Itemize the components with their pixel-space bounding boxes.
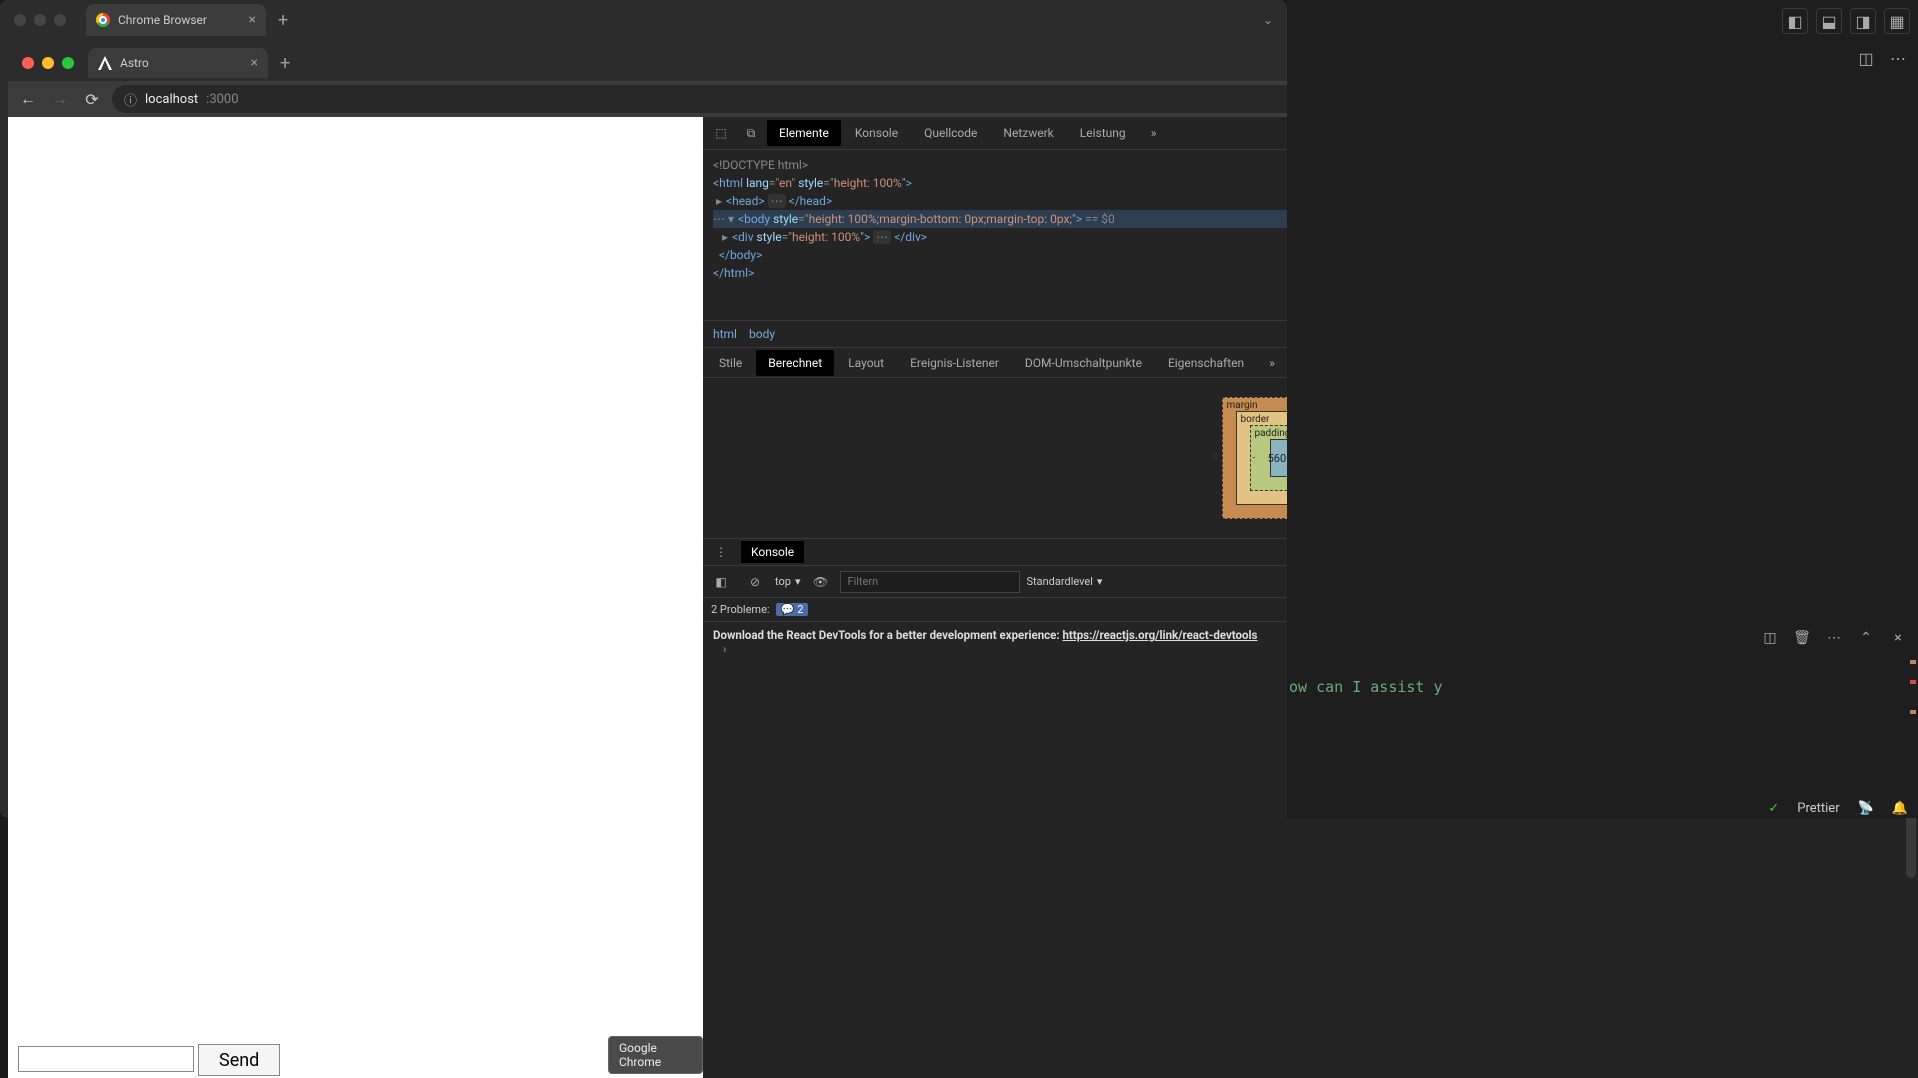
minimap[interactable] [1908,640,1916,740]
tab-sources[interactable]: Quellcode [912,120,989,146]
more-styles-tabs-icon[interactable]: » [1258,349,1286,377]
vscode-layout-controls: ◧ ⬓ ◨ ▦ [1782,8,1910,34]
tab-performance[interactable]: Leistung [1068,120,1138,146]
url-port: :3000 [206,92,238,107]
vscode-terminal-controls: ◫ 🗑 ⋯ ⌃ × [1758,626,1910,650]
terminal-more-icon[interactable]: ⋯ [1822,626,1846,650]
more-tabs-icon[interactable]: » [1140,119,1168,147]
tab-properties[interactable]: Eigenschaften [1156,350,1256,376]
vscode-status-bar: ✓ Prettier 📡 🔔 [1768,801,1908,816]
prettier-check-icon[interactable]: ✓ [1768,801,1779,816]
chat-input[interactable] [18,1046,194,1072]
clear-console-icon[interactable]: ⊘ [741,568,769,596]
site-info-icon[interactable]: ⓘ [124,90,137,109]
tab-listeners[interactable]: Ereignis-Listener [898,350,1011,376]
outer-tab-title: Chrome Browser [118,13,241,27]
live-expression-icon[interactable]: 👁 [806,568,834,596]
traffic-lights-dim [0,14,80,26]
tab-layout[interactable]: Layout [836,350,896,376]
layout-sidebar-right-icon[interactable]: ◨ [1850,8,1876,34]
tab-console[interactable]: Konsole [843,120,910,146]
dock-tooltip: Google Chrome [608,1036,703,1074]
tab-styles[interactable]: Stile [707,350,754,376]
traffic-lights [8,57,88,69]
split-editor-icon[interactable]: ◫ [1854,46,1878,70]
terminal-trash-icon[interactable]: 🗑 [1790,626,1814,650]
context-selector[interactable]: top ▾ [775,575,800,588]
new-tab-button[interactable]: + [268,53,302,74]
log-level-selector[interactable]: Standardlevel ▾ [1026,575,1102,588]
expand-div-icon[interactable]: ▸ [722,228,732,246]
layout-panel-icon[interactable]: ⬓ [1816,8,1842,34]
chrome-icon [96,13,110,27]
terminal-output: ow can I assist y [1289,678,1443,696]
status-prettier[interactable]: Prettier [1797,801,1839,816]
editor-more-icon[interactable]: ⋯ [1886,46,1910,70]
collapse-body-icon[interactable]: ▾ [728,210,738,228]
vscode-editor-controls: ◫ ⋯ [1854,46,1910,70]
device-toolbar-icon[interactable]: ⧉ [737,119,765,147]
browser-tab[interactable]: Astro × [88,48,268,78]
outer-tabbar: Chrome Browser × + ⌄ [0,0,1287,40]
status-bell-icon[interactable]: 🔔 [1892,801,1908,816]
crumb-html[interactable]: html [713,327,737,341]
tabs-dropdown-icon[interactable]: ⌄ [1249,13,1287,27]
reload-button[interactable]: ⟳ [80,87,104,111]
status-feedback-icon[interactable]: 📡 [1858,801,1874,816]
traffic-close[interactable] [22,57,34,69]
traffic-minimize[interactable] [42,57,54,69]
terminal-split-icon[interactable]: ◫ [1758,626,1782,650]
tab-elements[interactable]: Elemente [767,120,841,146]
console-filter-input[interactable] [840,571,1020,593]
layout-sidebar-left-icon[interactable]: ◧ [1782,8,1808,34]
url-host: localhost [145,92,198,107]
send-button[interactable]: Send [198,1044,280,1076]
close-icon[interactable]: × [249,12,256,28]
drawer-tab-console[interactable]: Konsole [741,541,804,563]
tab-title: Astro [120,56,243,70]
traffic-min-dim[interactable] [34,14,46,26]
react-devtools-link[interactable]: https://reactjs.org/link/react-devtools [1062,628,1257,642]
inspect-icon[interactable]: ⬚ [707,119,735,147]
close-tab-icon[interactable]: × [251,55,258,71]
traffic-maximize[interactable] [62,57,74,69]
console-menu-icon[interactable]: ⋮ [707,538,735,566]
back-button[interactable]: ← [16,87,40,111]
crumb-body[interactable]: body [749,327,775,341]
terminal-close-icon[interactable]: × [1886,626,1910,650]
tab-network[interactable]: Netzwerk [991,120,1065,146]
traffic-close-dim[interactable] [14,14,26,26]
problems-badge: 💬 2 [776,603,809,616]
forward-button[interactable]: → [48,87,72,111]
layout-grid-icon[interactable]: ▦ [1884,8,1910,34]
page-viewport: Send Google Chrome [8,117,703,1078]
console-sidebar-icon[interactable]: ◧ [707,568,735,596]
tab-computed[interactable]: Berechnet [756,350,834,376]
astro-icon [98,56,112,70]
traffic-max-dim[interactable] [54,14,66,26]
outer-tab[interactable]: Chrome Browser × [86,4,266,36]
vscode-window: ◧ ⬓ ◨ ▦ ◫ ⋯ ◫ 🗑 ⋯ ⌃ × ow can I assist y … [1287,0,1918,818]
terminal-chevron-up-icon[interactable]: ⌃ [1854,626,1878,650]
new-tab-button[interactable]: + [266,10,300,31]
expand-head-icon[interactable]: ▸ [716,192,726,210]
tab-dom-breakpoints[interactable]: DOM-Umschaltpunkte [1013,350,1154,376]
